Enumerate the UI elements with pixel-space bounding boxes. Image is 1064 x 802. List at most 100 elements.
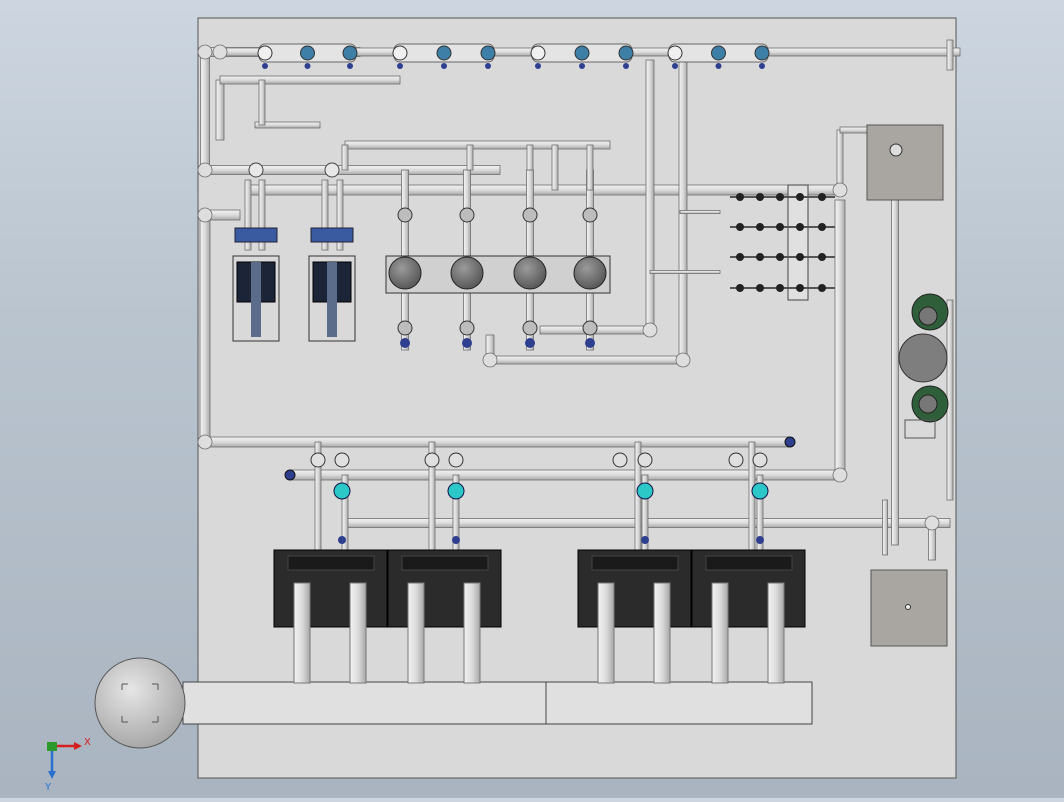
pipe-segment	[341, 144, 349, 171]
manifold-fitting	[818, 193, 826, 201]
pipe-segment	[219, 75, 401, 85]
pipe-segment	[649, 270, 721, 274]
pump-handle	[462, 338, 472, 348]
pipe-elbow	[212, 44, 228, 60]
pipe-elbow	[197, 207, 213, 223]
valve-handle	[304, 63, 311, 69]
manifold-fitting	[818, 253, 826, 261]
gauge-valve	[342, 45, 358, 61]
manifold-fitting	[796, 223, 804, 231]
pump-inlet-valve	[397, 207, 413, 223]
triad-y-label: Y	[44, 782, 52, 793]
base-frame[interactable]	[182, 681, 813, 725]
pipe-elbow	[197, 434, 213, 450]
manifold-fitting	[736, 223, 744, 231]
pump-outlet-valve	[459, 320, 475, 336]
pipe-segment	[526, 144, 534, 171]
pump-inlet-valve	[582, 207, 598, 223]
manifold-fitting	[818, 223, 826, 231]
flow-sensor	[447, 482, 465, 500]
pump-volute	[450, 256, 484, 290]
pipe-segment	[204, 436, 791, 448]
pump-handle	[400, 338, 410, 348]
pump-handle	[585, 338, 595, 348]
upper-control-box[interactable]	[866, 124, 944, 201]
gauge-valve	[300, 45, 315, 61]
valve-handle	[347, 63, 353, 69]
base-disc[interactable]	[94, 657, 186, 749]
manifold-fitting	[796, 193, 804, 201]
endcap	[284, 469, 296, 481]
header-port	[392, 45, 408, 61]
assembly-drawing: X Y	[44, 17, 961, 793]
valve-handle	[485, 63, 491, 69]
pipe-segment	[199, 219, 211, 441]
housing-cap	[310, 227, 354, 243]
pump-outlet-valve	[522, 320, 538, 336]
sensor-valve	[728, 452, 744, 468]
valve-handle	[715, 63, 722, 69]
header-port	[257, 45, 273, 61]
coordinate-triad: X Y	[44, 737, 91, 793]
sensor-valve	[424, 452, 440, 468]
tank-lid	[705, 555, 793, 571]
lower-control-box[interactable]	[870, 569, 948, 647]
pipe-elbow	[482, 352, 498, 368]
manifold-fitting	[776, 253, 784, 261]
manifold-fitting	[796, 253, 804, 261]
sensor-valve	[334, 452, 350, 468]
tank-lid	[401, 555, 489, 571]
gauge-valve	[711, 45, 726, 61]
tank-lid	[287, 555, 375, 571]
pipe-elbow	[642, 322, 658, 338]
gauge-valve	[618, 45, 634, 61]
valve-handle	[441, 63, 447, 69]
sensor-valve	[310, 452, 326, 468]
sensor-handle	[756, 536, 764, 544]
sensor-handle	[452, 536, 460, 544]
pipe-segment	[679, 210, 721, 214]
valve-handle	[397, 63, 403, 69]
sensor-handle	[338, 536, 346, 544]
manifold-fitting	[736, 193, 744, 201]
manifold-fitting	[736, 284, 744, 292]
pump-handle	[525, 338, 535, 348]
gauge-valve	[574, 45, 590, 61]
header-port	[530, 45, 546, 61]
gauge-valve	[754, 45, 770, 61]
housing-valve	[248, 162, 264, 178]
pump-volute	[388, 256, 422, 290]
pipe-segment	[551, 144, 559, 191]
pipe-segment	[215, 79, 225, 141]
pipe-segment	[946, 39, 954, 71]
housing-shaft	[327, 262, 337, 337]
housing-valve	[324, 162, 340, 178]
manifold-fitting	[756, 223, 764, 231]
pipe-segment	[586, 144, 594, 191]
pipe-segment	[200, 51, 210, 171]
pipe-elbow	[197, 162, 213, 178]
valve-handle	[672, 63, 678, 69]
manifold-fitting	[736, 253, 744, 261]
pipe-segment	[836, 129, 844, 191]
manifold-fitting	[796, 284, 804, 292]
pipe-segment	[645, 59, 655, 331]
pipe-elbow	[675, 352, 691, 368]
housing-cap	[234, 227, 278, 243]
pipe-elbow	[832, 467, 848, 483]
pipe-segment	[891, 149, 899, 546]
sensor-valve	[448, 452, 464, 468]
flow-sensor	[751, 482, 769, 500]
manifold-fitting	[776, 193, 784, 201]
sensor-valve	[752, 452, 768, 468]
pump-volute	[513, 256, 547, 290]
manifold-fitting	[776, 284, 784, 292]
tank-lid	[591, 555, 679, 571]
cad-viewport[interactable]: X Y	[0, 0, 1064, 798]
pump-inlet-valve	[522, 207, 538, 223]
pipe-segment	[258, 79, 266, 126]
tank-outlet-pipe	[597, 582, 615, 684]
pipe-segment	[839, 126, 871, 134]
manifold-fitting	[818, 284, 826, 292]
flow-sensor	[333, 482, 351, 500]
